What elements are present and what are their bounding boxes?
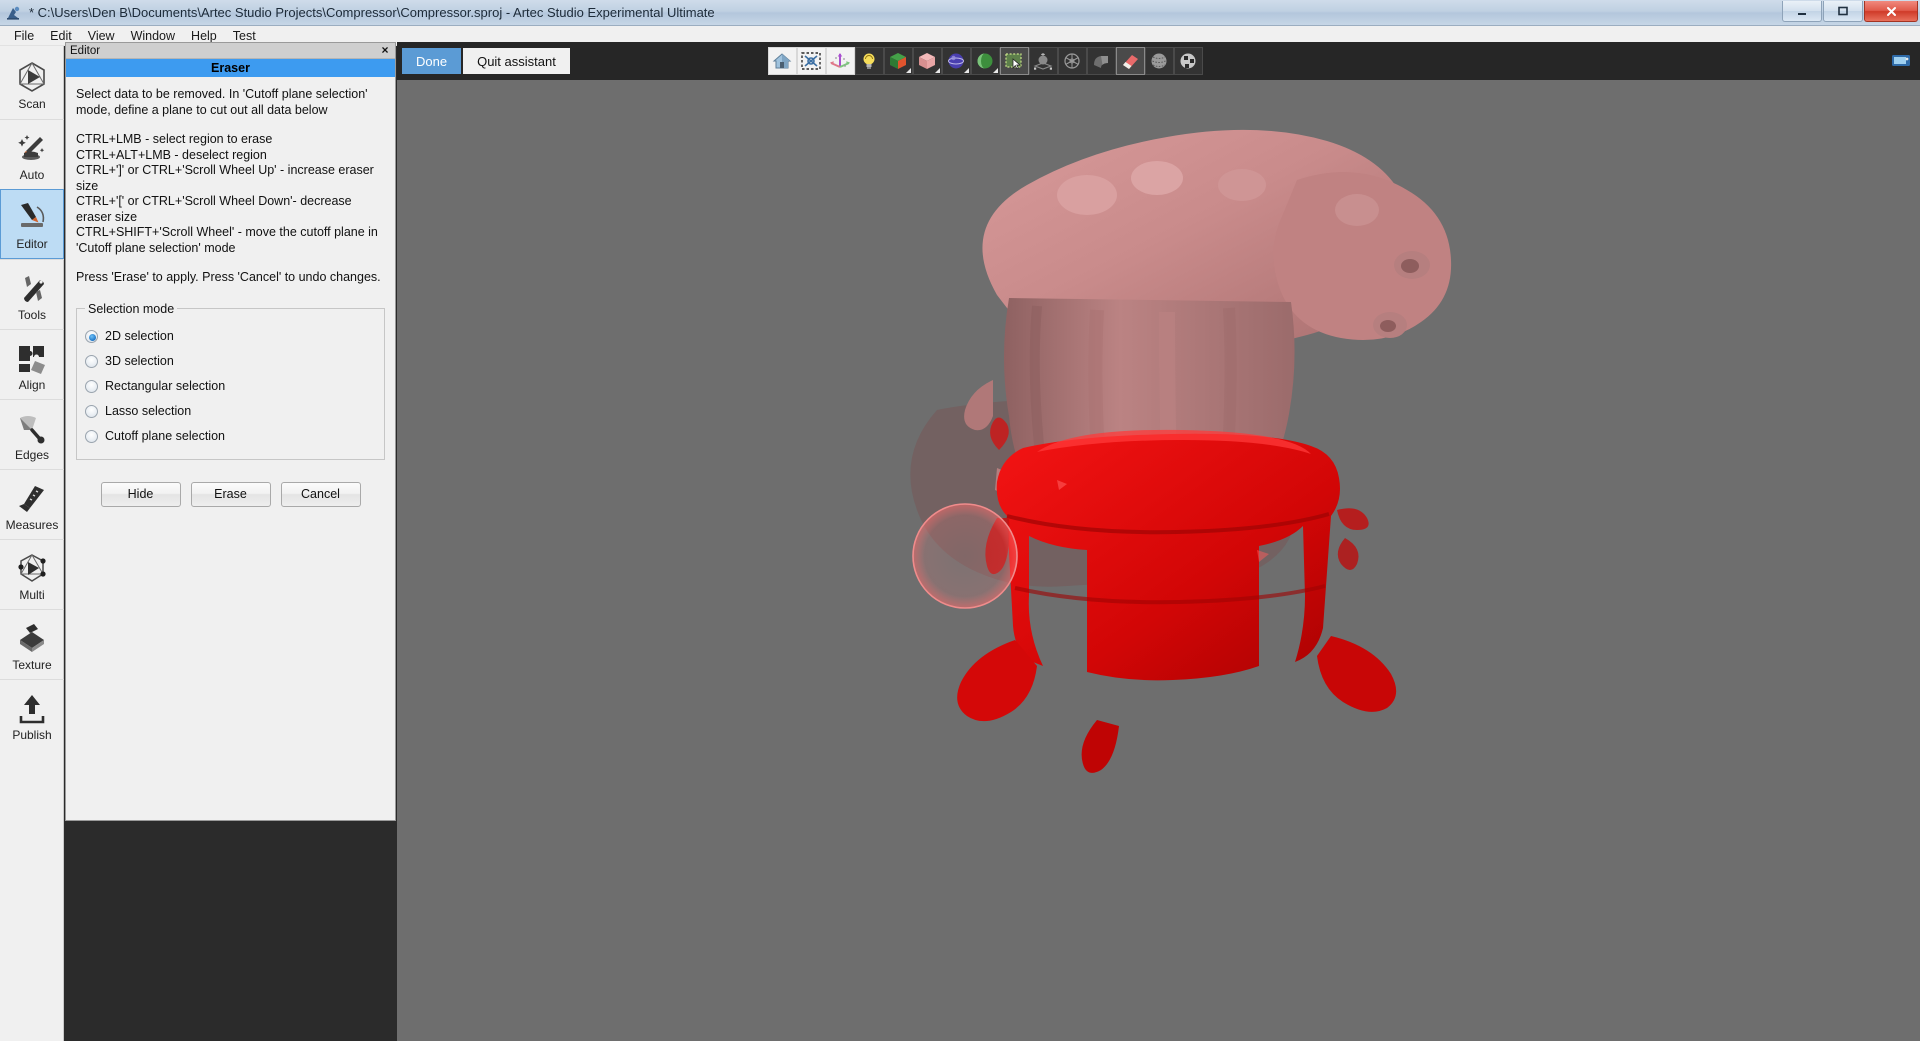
dropdown-corner-icon [964, 68, 969, 73]
done-button[interactable]: Done [402, 48, 461, 74]
sphere-on-grid-icon[interactable] [1029, 47, 1058, 75]
radio-3d-selection[interactable]: 3D selection [85, 349, 384, 374]
description-shortcuts: CTRL+LMB - select region to erase CTRL+A… [76, 132, 385, 256]
radio-label: Rectangular selection [105, 379, 225, 393]
surface-patch-icon[interactable] [1087, 47, 1116, 75]
fit-to-view-icon[interactable] [797, 47, 826, 75]
publish-icon [13, 689, 51, 727]
texture-sphere-icon[interactable] [1145, 47, 1174, 75]
editor-dock-panel: Editor × Eraser Select data to be remove… [65, 42, 396, 821]
close-icon[interactable]: × [379, 45, 391, 57]
panel-title: Eraser [66, 59, 395, 77]
coordinate-axes-icon[interactable] [826, 47, 855, 75]
green-sphere-icon[interactable] [971, 47, 1000, 75]
view-tool-group [768, 47, 1203, 75]
quit-assistant-button[interactable]: Quit assistant [463, 48, 570, 74]
cancel-button[interactable]: Cancel [281, 482, 361, 507]
dock-title-label: Editor [70, 45, 379, 57]
radio-button-icon[interactable] [85, 405, 98, 418]
radio-label: Cutoff plane selection [105, 429, 225, 443]
texture-icon [13, 619, 51, 657]
sidebar-item-label: Editor [16, 238, 47, 250]
editor-icon [13, 198, 51, 236]
artec-studio-icon [5, 5, 23, 21]
hide-button[interactable]: Hide [101, 482, 181, 507]
sidebar-item-label: Multi [19, 589, 44, 601]
dropdown-corner-icon [906, 68, 911, 73]
sidebar-item-label: Measures [6, 519, 59, 531]
sidebar-item-label: Align [19, 379, 46, 391]
align-icon [13, 339, 51, 377]
radio-cutoff-plane-selection[interactable]: Cutoff plane selection [85, 424, 384, 449]
maximize-icon[interactable] [1823, 1, 1863, 22]
sidebar-item-publish[interactable]: Publish [0, 679, 64, 749]
radio-label: 2D selection [105, 329, 174, 343]
dock-titlebar: Editor × [66, 43, 395, 59]
sidebar-item-texture[interactable]: Texture [0, 609, 64, 679]
sidebar-item-measures[interactable]: Measures [0, 469, 64, 539]
radio-button-icon[interactable] [85, 430, 98, 443]
sidebar-item-scan[interactable]: Scan [0, 49, 64, 119]
measures-icon [13, 479, 51, 517]
screenshot-camera-icon[interactable] [1890, 50, 1912, 70]
home-view-icon[interactable] [768, 47, 797, 75]
sidebar-item-label: Publish [12, 729, 51, 741]
sidebar-item-editor[interactable]: Editor [0, 189, 64, 259]
description-apply: Press 'Erase' to apply. Press 'Cancel' t… [76, 270, 385, 286]
sidebar-item-multi[interactable]: Multi [0, 539, 64, 609]
window-controls [1782, 1, 1918, 22]
auto-wand-icon [13, 129, 51, 167]
sidebar-item-label: Tools [18, 309, 46, 321]
sidebar-item-tools[interactable]: Tools [0, 259, 64, 329]
erase-button[interactable]: Erase [191, 482, 271, 507]
sidebar-item-label: Edges [15, 449, 49, 461]
sidebar-item-label: Scan [18, 98, 45, 110]
radio-button-icon[interactable] [85, 380, 98, 393]
eraser-icon[interactable] [1116, 47, 1145, 75]
sidebar-item-label: Auto [20, 169, 45, 181]
purple-sphere-icon[interactable] [942, 47, 971, 75]
close-icon[interactable] [1864, 1, 1918, 22]
radio-lasso-selection[interactable]: Lasso selection [85, 399, 384, 424]
dropdown-corner-icon [993, 68, 998, 73]
multi-icon [13, 549, 51, 587]
lighting-icon[interactable] [855, 47, 884, 75]
sidebar-item-align[interactable]: Align [0, 329, 64, 399]
radio-button-icon[interactable] [85, 355, 98, 368]
color-cube-icon[interactable] [884, 47, 913, 75]
menu-file[interactable]: File [6, 27, 42, 45]
radio-label: 3D selection [105, 354, 174, 368]
dropdown-corner-icon [935, 68, 940, 73]
sidebar-item-edges[interactable]: Edges [0, 399, 64, 469]
minimize-icon[interactable] [1782, 1, 1822, 22]
radio-2d-selection[interactable]: 2D selection [85, 324, 384, 349]
window-title: * C:\Users\Den B\Documents\Artec Studio … [29, 5, 715, 20]
solid-cube-icon[interactable] [913, 47, 942, 75]
radio-button-icon[interactable] [85, 330, 98, 343]
tools-icon [13, 269, 51, 307]
description-intro: Select data to be removed. In 'Cutoff pl… [76, 87, 385, 118]
viewport-toolbar: Done Quit assistant [397, 42, 1920, 80]
selected-region[interactable] [957, 430, 1396, 773]
sidebar-item-auto[interactable]: Auto [0, 119, 64, 189]
edges-icon [13, 409, 51, 447]
selection-mode-group: Selection mode 2D selection 3D selection… [76, 302, 385, 460]
sidebar-item-label: Texture [12, 659, 51, 671]
radio-rectangular-selection[interactable]: Rectangular selection [85, 374, 384, 399]
window-titlebar: * C:\Users\Den B\Documents\Artec Studio … [0, 0, 1920, 26]
3d-viewport[interactable]: Done Quit assistant [397, 42, 1920, 1041]
action-buttons: Hide Erase Cancel [76, 482, 385, 507]
3d-scene[interactable] [397, 80, 1920, 1041]
checker-sphere-icon[interactable] [1174, 47, 1203, 75]
radio-label: Lasso selection [105, 404, 191, 418]
selection-mode-legend: Selection mode [85, 302, 177, 316]
rectangle-select-icon[interactable] [1000, 47, 1029, 75]
wireframe-sphere-icon[interactable] [1058, 47, 1087, 75]
panel-body: Select data to be removed. In 'Cutoff pl… [66, 77, 395, 820]
eraser-brush-cursor [913, 504, 1017, 608]
left-sidebar: Scan Auto [0, 46, 64, 1041]
scan-icon [13, 58, 51, 96]
